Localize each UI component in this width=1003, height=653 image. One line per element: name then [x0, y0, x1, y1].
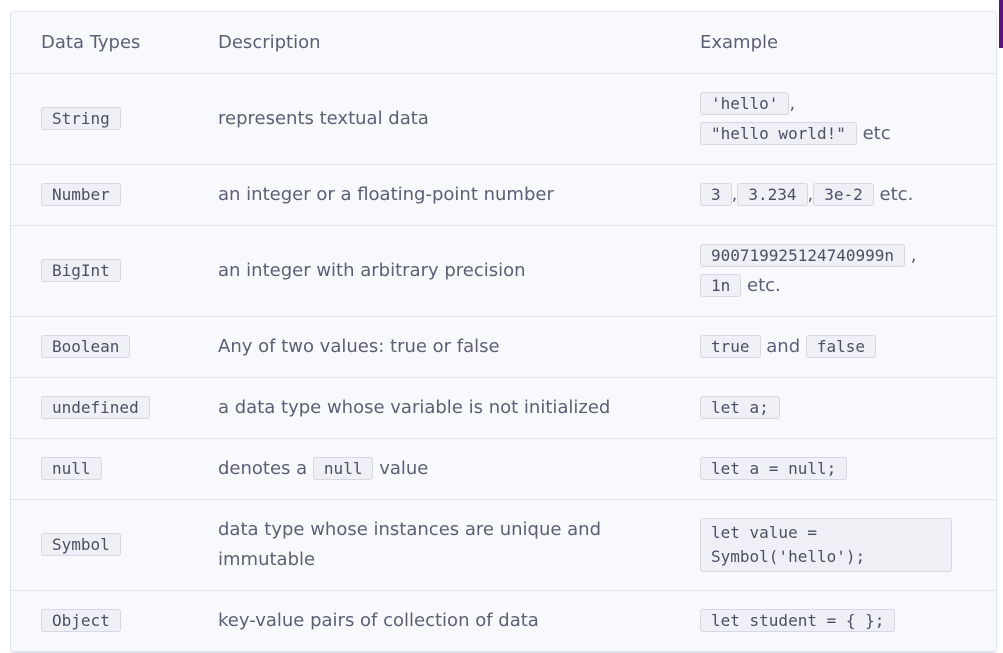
example-code: true	[700, 335, 761, 358]
example-code: let a;	[700, 396, 780, 419]
separator: ,	[910, 245, 917, 266]
table-row: String represents textual data 'hello', …	[11, 73, 996, 165]
example-cell: true and false	[700, 316, 996, 378]
data-types-table: Data Types Description Example String re…	[10, 11, 997, 653]
description-text: a data type whose variable is not initia…	[218, 377, 700, 439]
description-line2: immutable	[218, 549, 316, 570]
type-code: Object	[41, 609, 121, 632]
type-code: BigInt	[41, 259, 121, 282]
table-row: Object key-value pairs of collection of …	[11, 590, 996, 652]
table-row: Symbol data type whose instances are uni…	[11, 499, 996, 591]
example-code: 3	[700, 183, 732, 206]
separator: ,	[789, 93, 796, 114]
type-code: undefined	[41, 396, 150, 419]
header-description: Description	[218, 12, 700, 74]
description-text: an integer or a floating-point number	[218, 164, 700, 226]
description-pre: denotes a	[218, 458, 308, 479]
type-code: String	[41, 107, 121, 130]
description-text: represents textual data	[218, 73, 700, 165]
example-cell: 3, 3.234, 3e-2 etc.	[700, 164, 996, 226]
example-code: 3.234	[737, 183, 808, 206]
example-code: "hello world!"	[700, 122, 857, 145]
example-tail: etc	[862, 123, 891, 144]
description-text: data type whose instances are unique and…	[218, 499, 700, 591]
example-cell: 'hello', "hello world!" etc	[700, 73, 996, 165]
table-row: Boolean Any of two values: true or false…	[11, 316, 996, 378]
inline-code: null	[312, 457, 374, 480]
header-data-types: Data Types	[11, 12, 218, 74]
description-text: key-value pairs of collection of data	[218, 590, 700, 652]
table-row: null denotes a null value let a = null;	[11, 438, 996, 500]
accent-bar	[999, 0, 1003, 48]
description-text: Any of two values: true or false	[218, 316, 700, 378]
description-line1: data type whose instances are unique and	[218, 519, 602, 540]
example-cell: let value = Symbol('hello');	[700, 499, 996, 591]
type-code: null	[41, 457, 102, 480]
example-code: let student = { };	[700, 609, 896, 632]
example-cell: let a;	[700, 377, 996, 439]
description-text: denotes a null value	[218, 438, 700, 500]
example-code: 1n	[700, 274, 742, 297]
description-post: value	[379, 458, 429, 479]
header-example: Example	[700, 12, 996, 74]
header-row: Data Types Description Example	[11, 12, 996, 74]
example-tail: etc.	[879, 184, 914, 205]
example-cell: 900719925124740999n , 1n etc.	[700, 225, 996, 317]
example-code: 'hello'	[700, 92, 790, 115]
example-code: 3e-2	[813, 183, 874, 206]
example-cell: let a = null;	[700, 438, 996, 500]
table-row: Number an integer or a floating-point nu…	[11, 164, 996, 226]
type-code: Symbol	[41, 533, 121, 556]
example-code: 900719925124740999n	[700, 244, 906, 267]
type-code: Number	[41, 183, 121, 206]
example-code: false	[805, 335, 877, 358]
table-row: undefined a data type whose variable is …	[11, 377, 996, 439]
description-text: an integer with arbitrary precision	[218, 225, 700, 317]
example-and: and	[766, 336, 801, 357]
type-code: Boolean	[41, 335, 131, 358]
example-tail: etc.	[747, 275, 781, 296]
example-code-block: let value = Symbol('hello');	[700, 518, 952, 572]
example-code: let a = null;	[700, 457, 848, 480]
example-cell: let student = { };	[700, 590, 996, 652]
table-row: BigInt an integer with arbitrary precisi…	[11, 225, 996, 317]
